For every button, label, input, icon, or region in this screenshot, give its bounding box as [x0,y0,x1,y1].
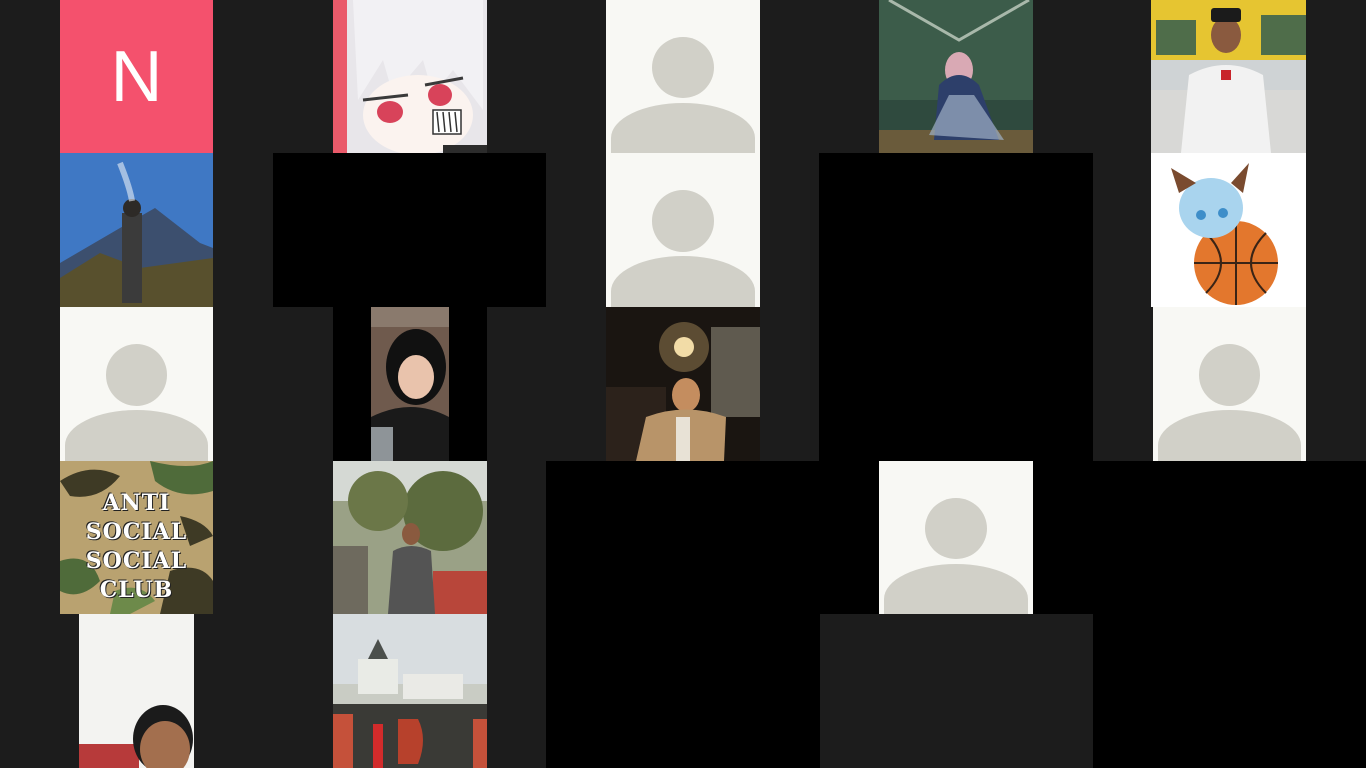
default-avatar-icon [1198,343,1261,406]
participant-video-off[interactable] [1093,461,1366,768]
participant-video-anime-avatar[interactable] [333,0,487,153]
participant-default-avatar[interactable] [1153,307,1306,461]
uniform-photo-image [1151,0,1306,153]
participant-video-frame[interactable] [333,307,487,461]
live-camera-feed-image [79,614,194,768]
participant-video-tent[interactable] [879,0,1033,153]
default-avatar-icon [652,36,714,98]
default-avatar-icon [105,343,168,406]
anime-girl-image [333,0,487,153]
default-avatar-icon [925,497,987,559]
participant-video-frame[interactable] [820,461,1093,614]
participant-video-off[interactable] [273,153,546,307]
avatar-letter: N [110,36,163,117]
participant-avatar-letter[interactable]: N [60,0,213,153]
selfie-photo-image [371,307,449,461]
participant-video-night-cafe[interactable] [606,307,760,461]
default-avatar-icon [652,189,714,252]
participant-default-avatar [879,461,1033,614]
participant-video-off[interactable] [546,461,820,768]
camo-avatar-text: ANTI SOCIAL SOCIAL CLUB [85,489,188,603]
tent-photo-image [879,0,1033,153]
participant-video-uniform[interactable] [1151,0,1306,153]
participant-default-avatar[interactable] [60,307,213,461]
participant-video-live-feed[interactable] [79,614,194,768]
participant-video-off[interactable] [819,153,1093,461]
participant-video-camo[interactable]: ANTI SOCIAL SOCIAL CLUB [60,461,213,614]
anime-cat-basketball-image [1151,153,1306,307]
participant-video-mountain[interactable] [60,153,213,307]
participant-default-avatar[interactable] [606,0,760,153]
mountain-photo-image [60,153,213,307]
forest-portrait-image [333,461,487,614]
participant-video-forest[interactable] [333,461,487,614]
participant-default-avatar[interactable] [606,153,760,307]
participant-video-anime-cat[interactable] [1151,153,1306,307]
building-photo-image [333,614,487,768]
night-cafe-photo-image [606,307,760,461]
participant-video-building[interactable] [333,614,487,768]
